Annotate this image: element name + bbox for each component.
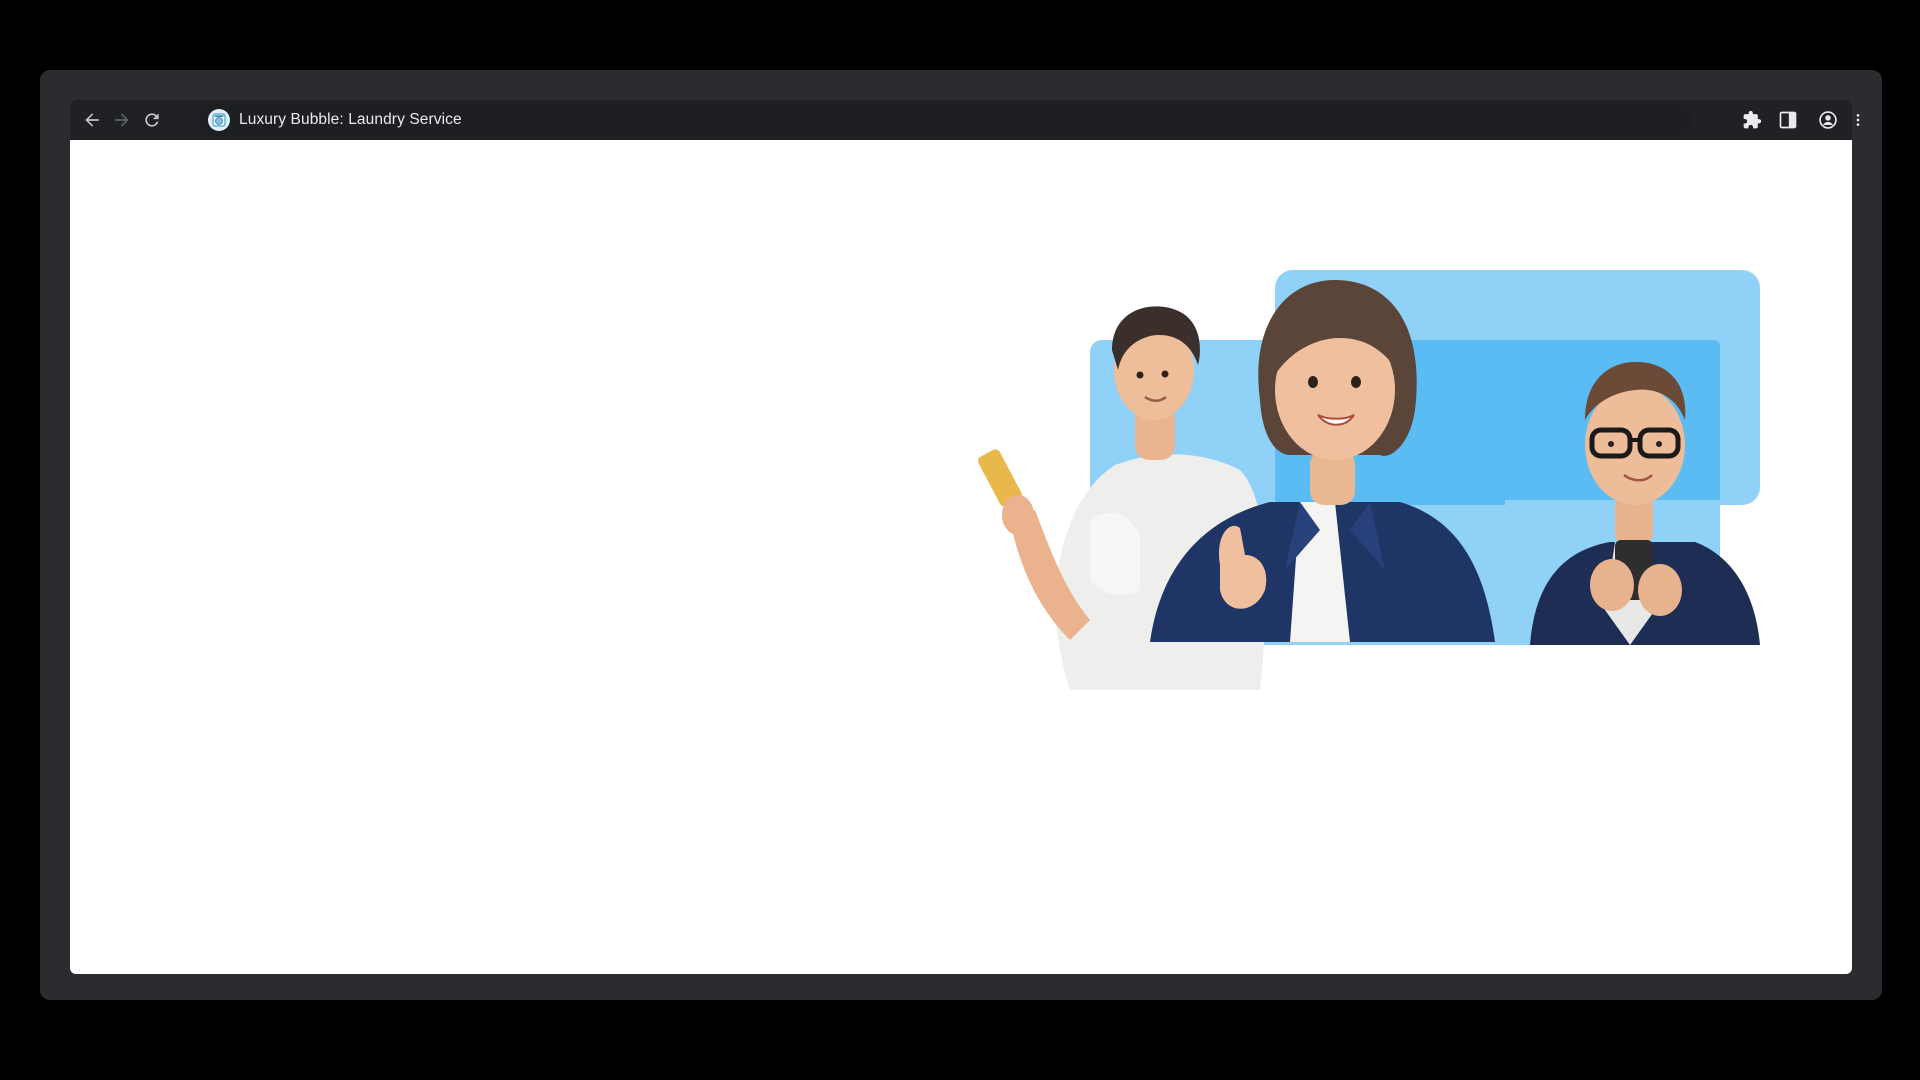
- side-panel-button[interactable]: [1776, 108, 1800, 132]
- puzzle-extensions-icon: [1743, 110, 1762, 129]
- reload-button[interactable]: [140, 108, 164, 132]
- back-button[interactable]: [80, 108, 104, 132]
- forward-button[interactable]: [110, 108, 134, 132]
- account-circle-icon: [1819, 111, 1837, 129]
- kebab-menu-icon: [1856, 114, 1860, 126]
- profile-button[interactable]: [1816, 108, 1840, 132]
- three-people-3d-illustration: [978, 270, 1760, 690]
- side-panel-icon: [1779, 111, 1797, 129]
- page-content: [70, 140, 1852, 974]
- browser-toolbar: Luxury Bubble: Laundry Service: [70, 100, 1860, 140]
- hero-illustration: [940, 270, 1770, 700]
- reload-icon: [145, 113, 159, 127]
- arrow-right-icon: [115, 113, 129, 127]
- laundry-bubble-favicon: [208, 109, 230, 131]
- browser-window: Luxury Bubble: Laundry Service: [40, 70, 1882, 1000]
- menu-button[interactable]: [1850, 108, 1866, 132]
- extensions-button[interactable]: [1740, 108, 1764, 132]
- page-title: Luxury Bubble: Laundry Service: [239, 111, 462, 128]
- arrow-left-icon: [85, 113, 99, 127]
- address-bar[interactable]: Luxury Bubble: Laundry Service: [198, 104, 1692, 136]
